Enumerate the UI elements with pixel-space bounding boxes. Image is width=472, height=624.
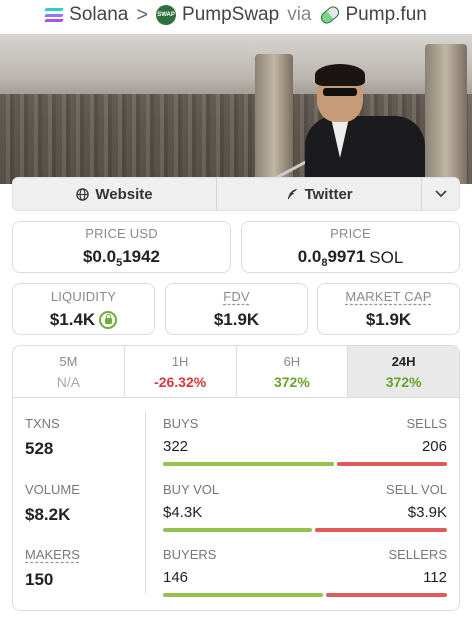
liquidity-label: LIQUIDITY bbox=[50, 288, 117, 304]
buys-bar bbox=[163, 462, 335, 466]
buys-value: 322 bbox=[163, 438, 189, 455]
breadcrumb: Solana > SWAP PumpSwap via Pump.fun bbox=[0, 0, 472, 30]
price-usd-digits: 1942 bbox=[122, 246, 161, 266]
liquidity-value: $1.4K bbox=[49, 309, 96, 329]
twitter-label: Twitter bbox=[304, 185, 353, 203]
sellers-bar bbox=[326, 593, 447, 597]
globe-icon bbox=[76, 187, 90, 201]
sells-value: 206 bbox=[421, 438, 447, 455]
website-label: Website bbox=[95, 185, 153, 203]
buyers-label: BUYERS bbox=[163, 547, 217, 562]
tab-change-value: 372% bbox=[273, 373, 310, 390]
tab-change-value: 372% bbox=[385, 373, 422, 390]
buyers-bar bbox=[163, 593, 324, 597]
stats-divider bbox=[145, 412, 146, 594]
market-cap-label[interactable]: MARKET CAP bbox=[345, 289, 431, 304]
buyers-value: 146 bbox=[163, 569, 189, 586]
more-links-button[interactable] bbox=[422, 178, 459, 210]
chain-link[interactable]: Solana bbox=[44, 4, 129, 26]
makers-label[interactable]: MAKERS bbox=[25, 547, 80, 562]
launchpad-link[interactable]: Pump.fun bbox=[317, 3, 427, 27]
tab-label: 24H bbox=[391, 353, 416, 369]
tab-1h[interactable]: 1H -26.32% bbox=[125, 346, 237, 397]
price-native-digits: 9971 bbox=[327, 246, 366, 266]
buys-label: BUYS bbox=[163, 416, 199, 431]
price-usd-card: PRICE USD $0.051942 bbox=[12, 221, 231, 273]
volume-label: VOLUME bbox=[25, 482, 80, 497]
banner-person bbox=[305, 64, 425, 184]
makers-value: 150 bbox=[25, 570, 54, 589]
pumpswap-icon: SWAP bbox=[156, 5, 177, 25]
txns-ratio-bar bbox=[163, 462, 447, 466]
price-usd-prefix: $0.0 bbox=[82, 246, 117, 266]
tab-change-value: -26.32% bbox=[154, 373, 207, 390]
dex-label: PumpSwap bbox=[182, 4, 280, 25]
sellers-value: 112 bbox=[423, 569, 447, 586]
market-cap-value: $1.9K bbox=[365, 309, 412, 329]
price-usd-label: PRICE USD bbox=[85, 225, 158, 241]
sells-bar bbox=[337, 462, 447, 466]
token-links-bar: Website Twitter bbox=[12, 177, 460, 211]
buy-vol-value: $4.3K bbox=[163, 504, 203, 521]
tab-label: 1H bbox=[171, 353, 189, 369]
price-native-unit: SOL bbox=[369, 247, 404, 267]
liquidity-value-row: $1.4K bbox=[49, 309, 118, 330]
sell-vol-bar bbox=[314, 528, 447, 532]
price-native-card: PRICE 0.089971 SOL bbox=[241, 221, 460, 273]
launchpad-label: Pump.fun bbox=[345, 4, 427, 25]
volume-value: $8.2K bbox=[25, 505, 71, 524]
twitter-button[interactable]: Twitter bbox=[217, 178, 423, 210]
volume-stat: VOLUME $8.2K bbox=[25, 482, 80, 525]
txns-label: TXNS bbox=[25, 416, 60, 431]
sell-vol-value: $3.9K bbox=[407, 504, 447, 521]
makers-stat: MAKERS 150 bbox=[25, 547, 80, 590]
breadcrumb-separator: > bbox=[136, 3, 149, 26]
price-usd-value: $0.051942 bbox=[83, 247, 160, 269]
banner-tower bbox=[425, 44, 467, 184]
stats-body: TXNS 528 VOLUME $8.2K MAKERS 150 BUYS SE… bbox=[13, 398, 459, 610]
volume-split: BUY VOL SELL VOL $4.3K $3.9K bbox=[163, 482, 447, 532]
price-native-label: PRICE bbox=[330, 225, 371, 241]
dex-link[interactable]: SWAP PumpSwap bbox=[156, 4, 279, 26]
tab-change-value: N/A bbox=[56, 373, 81, 390]
sell-vol-label: SELL VOL bbox=[386, 482, 447, 497]
token-banner-image bbox=[0, 34, 472, 184]
fdv-value: $1.9K bbox=[213, 309, 260, 329]
txns-stat: TXNS 528 bbox=[25, 416, 60, 459]
banner-tower bbox=[255, 54, 293, 184]
tab-24h[interactable]: 24H 372% bbox=[348, 346, 459, 397]
fdv-label[interactable]: FDV bbox=[223, 289, 250, 304]
lock-icon[interactable] bbox=[99, 310, 118, 329]
buy-vol-bar bbox=[163, 528, 312, 532]
feather-icon bbox=[287, 188, 297, 199]
makers-split: BUYERS SELLERS 146 112 bbox=[163, 547, 447, 597]
price-native-prefix: 0.0 bbox=[297, 246, 322, 266]
tab-label: 6H bbox=[283, 353, 301, 369]
solana-icon bbox=[44, 8, 64, 22]
txns-value: 528 bbox=[25, 439, 54, 458]
tab-label: 5M bbox=[59, 353, 78, 369]
via-text: via bbox=[287, 4, 312, 25]
pumpfun-icon bbox=[317, 3, 342, 27]
txns-split: BUYS SELLS 322 206 bbox=[163, 416, 447, 466]
market-cap-card: MARKET CAP $1.9K bbox=[317, 283, 460, 335]
makers-ratio-bar bbox=[163, 593, 447, 597]
buy-vol-label: BUY VOL bbox=[163, 482, 220, 497]
website-button[interactable]: Website bbox=[13, 178, 218, 210]
fdv-card: FDV $1.9K bbox=[165, 283, 308, 335]
sellers-label: SELLERS bbox=[388, 547, 447, 562]
price-native-value: 0.089971 SOL bbox=[298, 247, 404, 269]
liquidity-card: LIQUIDITY $1.4K bbox=[12, 283, 155, 335]
tab-5m[interactable]: 5M N/A bbox=[13, 346, 125, 397]
chain-label: Solana bbox=[69, 4, 129, 25]
chevron-down-icon bbox=[434, 190, 447, 198]
timeframe-tabs: 5M N/A 1H -26.32% 6H 372% 24H 372% bbox=[13, 346, 459, 398]
volume-ratio-bar bbox=[163, 528, 447, 532]
stats-panel: 5M N/A 1H -26.32% 6H 372% 24H 372% TXNS … bbox=[12, 345, 460, 611]
tab-6h[interactable]: 6H 372% bbox=[237, 346, 349, 397]
sells-label: SELLS bbox=[406, 416, 447, 431]
